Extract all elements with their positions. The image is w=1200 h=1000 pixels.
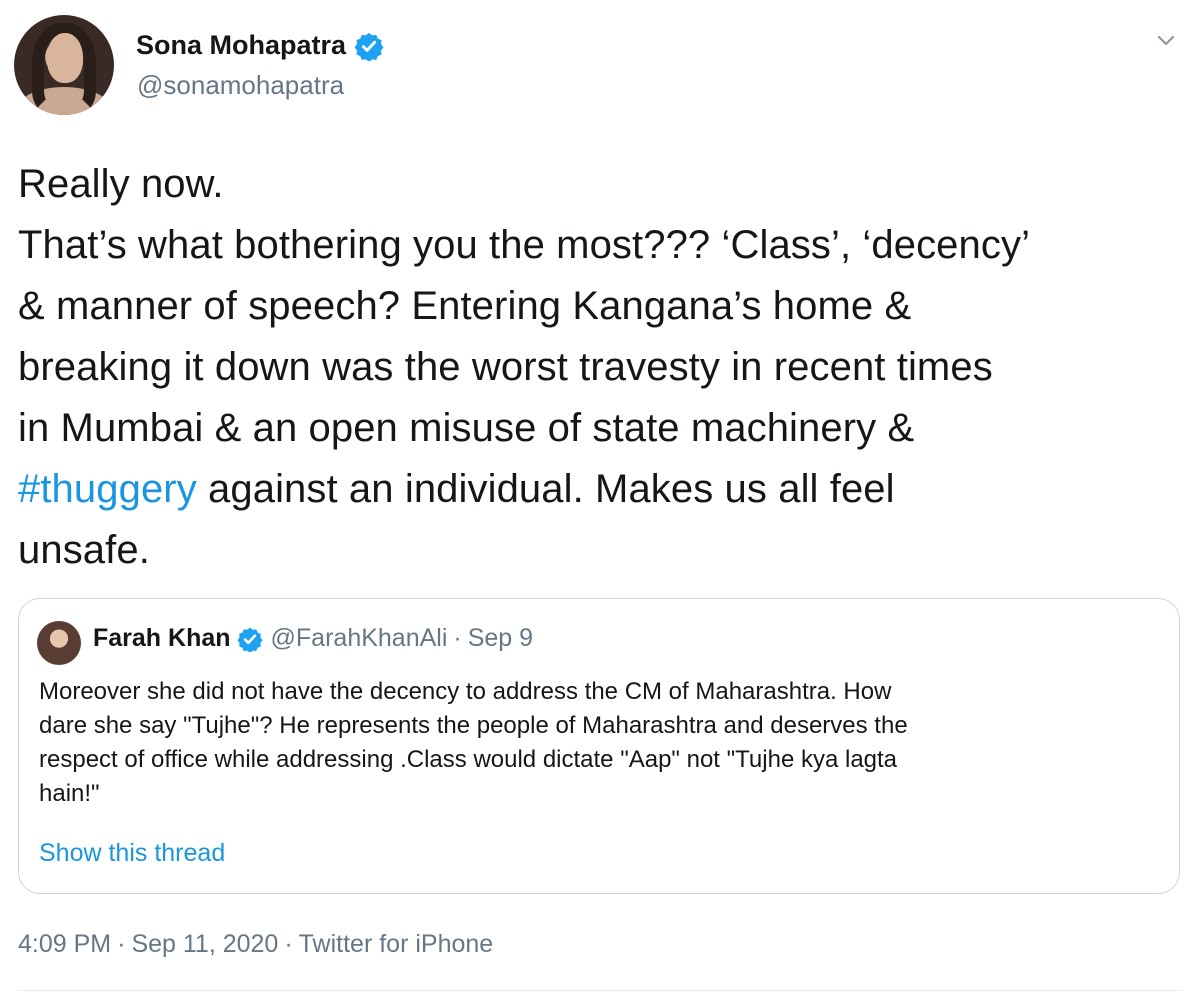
quoted-text-line: dare she say "Tujhe"? He represents the … bbox=[39, 712, 908, 739]
quoted-author-handle[interactable]: @FarahKhanAli bbox=[271, 624, 448, 653]
author-handle[interactable]: @sonamohapatra bbox=[137, 70, 344, 101]
quoted-tweet-header: Farah Khan @FarahKhanAli · Sep 9 bbox=[93, 624, 533, 653]
tweet-text-line: That’s what bothering you the most??? ‘C… bbox=[18, 223, 1031, 267]
divider bbox=[18, 990, 1182, 991]
tweet-text-line: Really now. bbox=[18, 162, 224, 206]
separator-dot: · bbox=[117, 930, 126, 958]
separator-dot: · bbox=[284, 930, 293, 958]
quoted-text-line: hain!" bbox=[39, 780, 100, 807]
verified-badge-icon bbox=[236, 627, 263, 652]
hashtag-link[interactable]: #thuggery bbox=[18, 467, 197, 511]
quoted-tweet[interactable]: Farah Khan @FarahKhanAli · Sep 9 Moreove… bbox=[18, 598, 1180, 894]
author-avatar[interactable] bbox=[14, 15, 114, 115]
author-display-name[interactable]: Sona Mohapatra bbox=[136, 30, 346, 61]
tweet-time[interactable]: 4:09 PM bbox=[18, 930, 111, 958]
quoted-author-avatar[interactable] bbox=[37, 621, 81, 665]
show-thread-link[interactable]: Show this thread bbox=[39, 839, 225, 868]
tweet-text-line: & manner of speech? Entering Kangana’s h… bbox=[18, 284, 912, 328]
tweet-text-fragment: against an individual. Makes us all feel bbox=[196, 467, 895, 511]
quoted-text-line: Moreover she did not have the decency to… bbox=[39, 678, 892, 705]
tweet-text-line: breaking it down was the worst travesty … bbox=[18, 345, 993, 389]
quoted-text-line: respect of office while addressing .Clas… bbox=[39, 746, 898, 773]
tweet-text-line: in Mumbai & an open misuse of state mach… bbox=[18, 406, 915, 450]
tweet-date[interactable]: Sep 11, 2020 bbox=[131, 930, 278, 958]
quoted-author-name[interactable]: Farah Khan bbox=[93, 624, 231, 653]
tweet-source[interactable]: Twitter for iPhone bbox=[299, 930, 494, 958]
author-name-row[interactable]: Sona Mohapatra bbox=[136, 30, 384, 61]
separator-dot: · bbox=[453, 624, 462, 652]
verified-badge-icon bbox=[354, 32, 384, 61]
tweet-text: Really now. That’s what bothering you th… bbox=[18, 154, 1188, 581]
tweet-text-line: unsafe. bbox=[18, 528, 150, 572]
tweet-card: Sona Mohapatra @sonamohapatra Really now… bbox=[0, 0, 1200, 1000]
quoted-tweet-text: Moreover she did not have the decency to… bbox=[39, 675, 1159, 811]
tweet-metadata: 4:09 PM · Sep 11, 2020 · Twitter for iPhone bbox=[18, 930, 493, 959]
quoted-tweet-date[interactable]: Sep 9 bbox=[468, 624, 533, 653]
chevron-down-icon[interactable] bbox=[1154, 28, 1178, 52]
tweet-text-line-with-hashtag: #thuggery against an individual. Makes u… bbox=[18, 459, 1188, 520]
